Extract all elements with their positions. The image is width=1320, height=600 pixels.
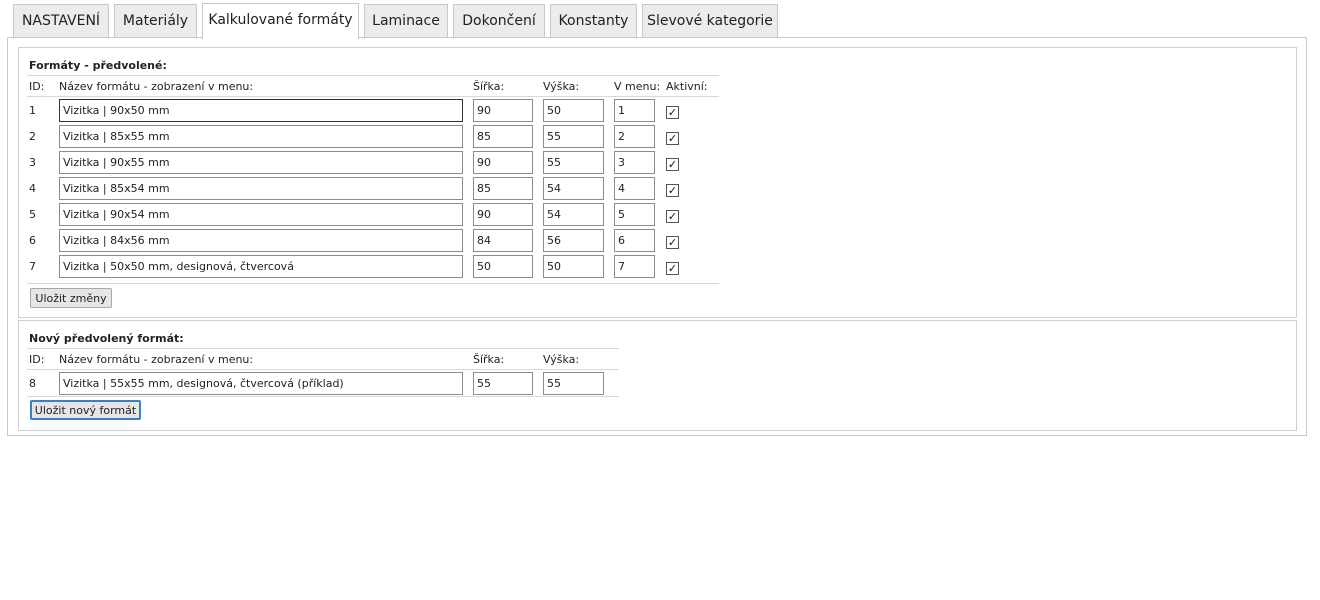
tab-content: Formáty - předvolené: ID: Název formátu …	[7, 37, 1307, 436]
tab-konstanty[interactable]: Konstanty	[550, 4, 637, 38]
active-checkbox[interactable]: ✓	[666, 158, 679, 171]
format-width-input[interactable]	[473, 229, 533, 252]
divider	[27, 369, 619, 370]
format-width-input[interactable]	[473, 255, 533, 278]
tab-kalkulovane-formaty[interactable]: Kalkulované formáty	[202, 3, 359, 39]
menu-order-input[interactable]	[614, 177, 655, 200]
menu-order-input[interactable]	[614, 151, 655, 174]
menu-order-input[interactable]	[614, 99, 655, 122]
col-height-header: Výška:	[543, 353, 580, 366]
active-checkbox[interactable]: ✓	[666, 210, 679, 223]
format-height-input[interactable]	[543, 203, 604, 226]
divider	[27, 96, 719, 97]
col-order-header: V menu:	[614, 80, 661, 93]
tab-laminace[interactable]: Laminace	[364, 4, 448, 38]
active-checkbox[interactable]: ✓	[666, 184, 679, 197]
format-width-input[interactable]	[473, 177, 533, 200]
format-width-input[interactable]	[473, 151, 533, 174]
row-id: 6	[29, 234, 36, 247]
col-active-header: Aktivní:	[666, 80, 708, 93]
active-checkbox[interactable]: ✓	[666, 236, 679, 249]
col-id-header: ID:	[29, 80, 45, 93]
menu-order-input[interactable]	[614, 203, 655, 226]
format-height-input[interactable]	[543, 151, 604, 174]
format-width-input[interactable]	[473, 99, 533, 122]
menu-order-input[interactable]	[614, 255, 655, 278]
col-name-header: Název formátu - zobrazení v menu:	[59, 80, 254, 93]
active-checkbox[interactable]: ✓	[666, 106, 679, 119]
menu-order-input[interactable]	[614, 125, 655, 148]
row-id: 8	[29, 377, 36, 390]
format-height-input[interactable]	[543, 255, 604, 278]
format-name-input[interactable]	[59, 203, 463, 226]
format-name-input[interactable]	[59, 177, 463, 200]
format-height-input[interactable]	[543, 99, 604, 122]
row-id: 7	[29, 260, 36, 273]
tab-dokonceni[interactable]: Dokončení	[453, 4, 545, 38]
format-height-input[interactable]	[543, 125, 604, 148]
divider	[27, 348, 619, 349]
format-name-input[interactable]	[59, 125, 463, 148]
format-name-input[interactable]	[59, 99, 463, 122]
row-id: 4	[29, 182, 36, 195]
new-format-height-input[interactable]	[543, 372, 604, 395]
divider	[27, 283, 719, 284]
tab-materialy[interactable]: Materiály	[114, 4, 197, 38]
tab-slevove-kategorie[interactable]: Slevové kategorie	[642, 4, 778, 38]
active-checkbox[interactable]: ✓	[666, 262, 679, 275]
tab-nastaveni[interactable]: NASTAVENÍ	[13, 4, 109, 38]
divider	[27, 396, 619, 397]
new-format-heading: Nový předvolený formát:	[29, 332, 184, 345]
row-id: 1	[29, 104, 36, 117]
row-id: 5	[29, 208, 36, 221]
row-id: 2	[29, 130, 36, 143]
preset-formats-heading: Formáty - předvolené:	[29, 59, 167, 72]
format-name-input[interactable]	[59, 151, 463, 174]
format-height-input[interactable]	[543, 177, 604, 200]
save-new-format-button[interactable]: Uložit nový formát	[30, 400, 141, 420]
preset-formats-panel: Formáty - předvolené: ID: Název formátu …	[18, 47, 1297, 318]
col-id-header: ID:	[29, 353, 45, 366]
format-name-input[interactable]	[59, 255, 463, 278]
format-height-input[interactable]	[543, 229, 604, 252]
new-format-width-input[interactable]	[473, 372, 533, 395]
save-changes-button[interactable]: Uložit změny	[30, 288, 112, 308]
divider	[27, 75, 719, 76]
format-width-input[interactable]	[473, 203, 533, 226]
format-width-input[interactable]	[473, 125, 533, 148]
active-checkbox[interactable]: ✓	[666, 132, 679, 145]
col-name-header: Název formátu - zobrazení v menu:	[59, 353, 254, 366]
row-id: 3	[29, 156, 36, 169]
new-format-name-input[interactable]	[59, 372, 463, 395]
new-format-panel: Nový předvolený formát: ID: Název formát…	[18, 320, 1297, 431]
menu-order-input[interactable]	[614, 229, 655, 252]
format-name-input[interactable]	[59, 229, 463, 252]
col-height-header: Výška:	[543, 80, 580, 93]
col-width-header: Šířka:	[473, 353, 505, 366]
col-width-header: Šířka:	[473, 80, 505, 93]
